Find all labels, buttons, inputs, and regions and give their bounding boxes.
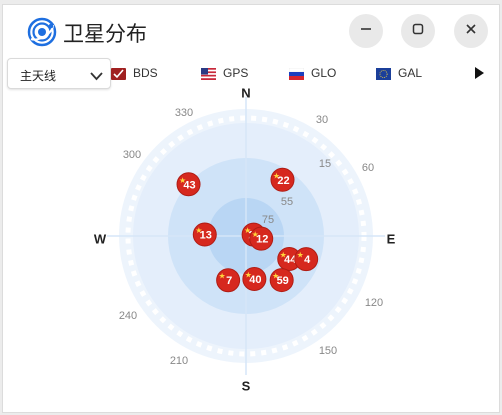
azimuth-label: 30 [316,114,328,126]
maximize-button[interactable] [401,14,435,48]
usa-flag-icon [201,67,216,80]
antenna-select-value: 主天线 [20,69,57,83]
title-bar[interactable]: 卫星分布 [3,5,499,57]
azimuth-label: 240 [119,310,137,322]
azimuth-label: 300 [123,149,141,161]
star-icon: ★ [219,272,226,281]
satellite-marker[interactable]: ★40 [242,267,267,292]
direction-label-w: W [94,232,107,247]
star-icon: ★ [297,251,304,260]
satellite-prn-label: 7 [226,275,232,287]
satellite-marker[interactable]: ★13 [192,222,217,247]
azimuth-label: 330 [175,107,193,119]
azimuth-label: 210 [170,355,188,367]
satellite-marker[interactable]: ★59 [269,268,294,293]
satellite-marker[interactable]: ★ 4 [294,247,319,272]
satellite-marker[interactable]: ★43 [176,172,201,197]
minimize-button[interactable] [349,14,383,48]
satellite-prn-label: 12 [256,234,268,246]
satellite-prn-label: 22 [277,175,289,187]
russia-flag-icon [288,67,305,80]
direction-label-s: S [242,379,251,394]
azimuth-label: 150 [319,345,337,357]
elevation-label: 15 [319,158,331,170]
window-title: 卫星分布 [63,22,147,46]
tab-glo-label: GLO [311,66,337,80]
azimuth-label: 120 [365,297,383,309]
satellite-prn-label: 4 [304,254,311,266]
app-window: 卫星分布 主天线 BDS GPS GLO GAL N E S W 330 30 … [2,4,500,413]
close-icon [465,22,477,40]
china-flag-icon [111,67,126,80]
close-button[interactable] [454,14,488,48]
tab-gal-label: GAL [398,66,423,80]
satellite-prn-label: 13 [200,230,212,242]
satellite-prn-label: 40 [249,274,261,286]
elevation-label: 75 [262,214,274,226]
satellite-prn-label: 59 [277,275,289,287]
satellite-marker[interactable]: ★22 [270,167,295,192]
satellite-marker[interactable]: ★ 7 [216,268,241,293]
satellite-prn-label: 43 [183,179,195,191]
minimize-icon [360,22,372,40]
maximize-icon [412,22,424,40]
azimuth-label: 60 [362,162,374,174]
satellite-orbit-icon [27,17,57,47]
play-icon[interactable] [474,66,484,84]
elevation-label: 55 [281,196,293,208]
tab-bds-label: BDS [133,66,158,80]
eu-flag-icon [376,67,391,80]
tab-gps-label: GPS [223,66,249,80]
sky-plot: NESW3303030060120240150210155575 ★43★22★… [94,86,396,394]
satellite-marker[interactable]: ★12 [249,226,274,251]
direction-label-n: N [241,86,250,101]
direction-label-e: E [387,232,396,247]
